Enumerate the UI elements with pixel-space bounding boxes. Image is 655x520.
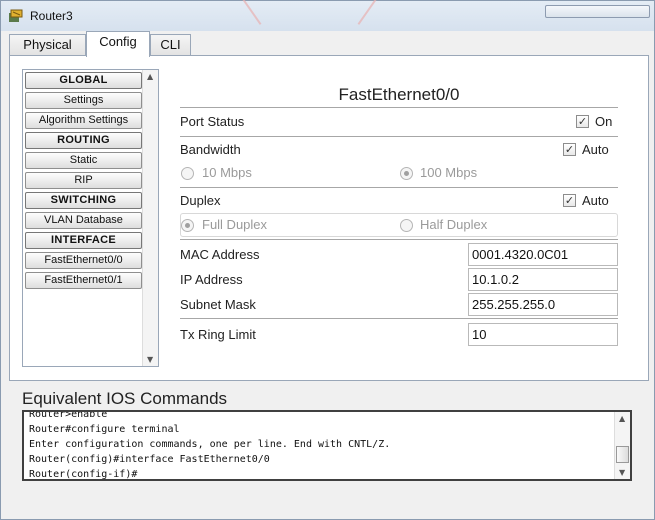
- bandwidth-100-radio[interactable]: [400, 167, 413, 180]
- tx-ring-limit-field[interactable]: 10: [468, 323, 618, 346]
- window-title: Router3: [30, 9, 73, 23]
- router-app-icon: [9, 9, 23, 22]
- window-controls[interactable]: [545, 5, 650, 18]
- title-bar[interactable]: Router3: [1, 0, 654, 31]
- checkmark-icon: ✓: [577, 115, 588, 128]
- ip-address-field[interactable]: 10.1.0.2: [468, 268, 618, 291]
- subnet-mask-field[interactable]: 255.255.255.0: [468, 293, 618, 316]
- console-scrollbar[interactable]: ▲ ▼: [614, 412, 630, 479]
- bandwidth-10-radio[interactable]: [181, 167, 194, 180]
- sidebar-header-global: GLOBAL: [25, 72, 142, 89]
- divider: [180, 239, 618, 240]
- console-line: Router>enable: [29, 410, 108, 420]
- sidebar-item-static[interactable]: Static: [25, 152, 142, 169]
- scroll-up-icon[interactable]: ▲: [147, 72, 153, 81]
- duplex-label: Duplex: [180, 193, 221, 208]
- port-status-checkbox[interactable]: ✓: [576, 115, 589, 128]
- console-line: Router(config-if)#: [29, 469, 138, 480]
- console-lines: Router>enable Router#configure terminal …: [29, 410, 614, 480]
- divider: [180, 318, 618, 319]
- divider: [180, 187, 618, 188]
- sidebar-header-interface: INTERFACE: [25, 232, 142, 249]
- divider: [180, 107, 618, 108]
- sidebar-item-algorithm-settings[interactable]: Algorithm Settings: [25, 112, 142, 129]
- sidebar-scrollbar[interactable]: ▲ ▼: [142, 70, 158, 366]
- sidebar-item-vlan-database[interactable]: VLAN Database: [25, 212, 142, 229]
- sidebar-item-fastethernet0-1[interactable]: FastEthernet0/1: [25, 272, 142, 289]
- tab-config[interactable]: Config: [86, 31, 150, 57]
- tx-ring-limit-label: Tx Ring Limit: [180, 327, 256, 342]
- bandwidth-100-label: 100 Mbps: [420, 165, 478, 180]
- sidebar-header-routing: ROUTING: [25, 132, 142, 149]
- config-sidebar: GLOBAL Settings Algorithm Settings ROUTI…: [22, 69, 159, 367]
- tab-physical[interactable]: Physical: [9, 34, 86, 56]
- duplex-auto-label: Auto: [582, 193, 609, 208]
- subnet-mask-label: Subnet Mask: [180, 297, 256, 312]
- bandwidth-10-label: 10 Mbps: [202, 165, 252, 180]
- duplex-auto-checkbox[interactable]: ✓: [563, 194, 576, 207]
- scroll-up-icon[interactable]: ▲: [619, 414, 625, 423]
- port-status-label: Port Status: [180, 114, 245, 129]
- sidebar-item-fastethernet0-0[interactable]: FastEthernet0/0: [25, 252, 142, 269]
- console-line: Router#configure terminal: [29, 424, 180, 435]
- divider: [180, 136, 618, 137]
- scroll-down-icon[interactable]: ▼: [147, 355, 153, 364]
- ip-address-label: IP Address: [180, 272, 243, 287]
- sidebar-header-switching: SWITCHING: [25, 192, 142, 209]
- checkmark-icon: ✓: [564, 143, 575, 156]
- bandwidth-label: Bandwidth: [180, 142, 241, 157]
- full-duplex-label: Full Duplex: [202, 217, 268, 232]
- router-config-window: Router3 Physical Config CLI GLOBAL Setti…: [0, 0, 655, 520]
- ios-commands-console[interactable]: Router>enable Router#configure terminal …: [22, 410, 632, 481]
- console-line: Enter configuration commands, one per li…: [29, 439, 391, 450]
- mac-address-field[interactable]: 0001.4320.0C01: [468, 243, 618, 266]
- console-line: Router(config)#interface FastEthernet0/0: [29, 454, 270, 465]
- interface-title: FastEthernet0/0: [338, 85, 460, 104]
- sidebar-item-rip[interactable]: RIP: [25, 172, 142, 189]
- scroll-down-icon[interactable]: ▼: [619, 468, 625, 477]
- background-link-line: [242, 0, 262, 25]
- half-duplex-label: Half Duplex: [420, 217, 488, 232]
- background-link-line: [357, 0, 377, 25]
- checkmark-icon: ✓: [564, 194, 575, 207]
- mac-address-label: MAC Address: [180, 247, 260, 262]
- bandwidth-auto-label: Auto: [582, 142, 609, 157]
- scroll-thumb[interactable]: [616, 446, 629, 463]
- full-duplex-radio[interactable]: [181, 219, 194, 232]
- bandwidth-auto-checkbox[interactable]: ✓: [563, 143, 576, 156]
- sidebar-item-settings[interactable]: Settings: [25, 92, 142, 109]
- ios-commands-title: Equivalent IOS Commands: [22, 389, 228, 408]
- port-status-on-label: On: [595, 114, 613, 129]
- half-duplex-radio[interactable]: [400, 219, 413, 232]
- tab-cli[interactable]: CLI: [150, 34, 191, 56]
